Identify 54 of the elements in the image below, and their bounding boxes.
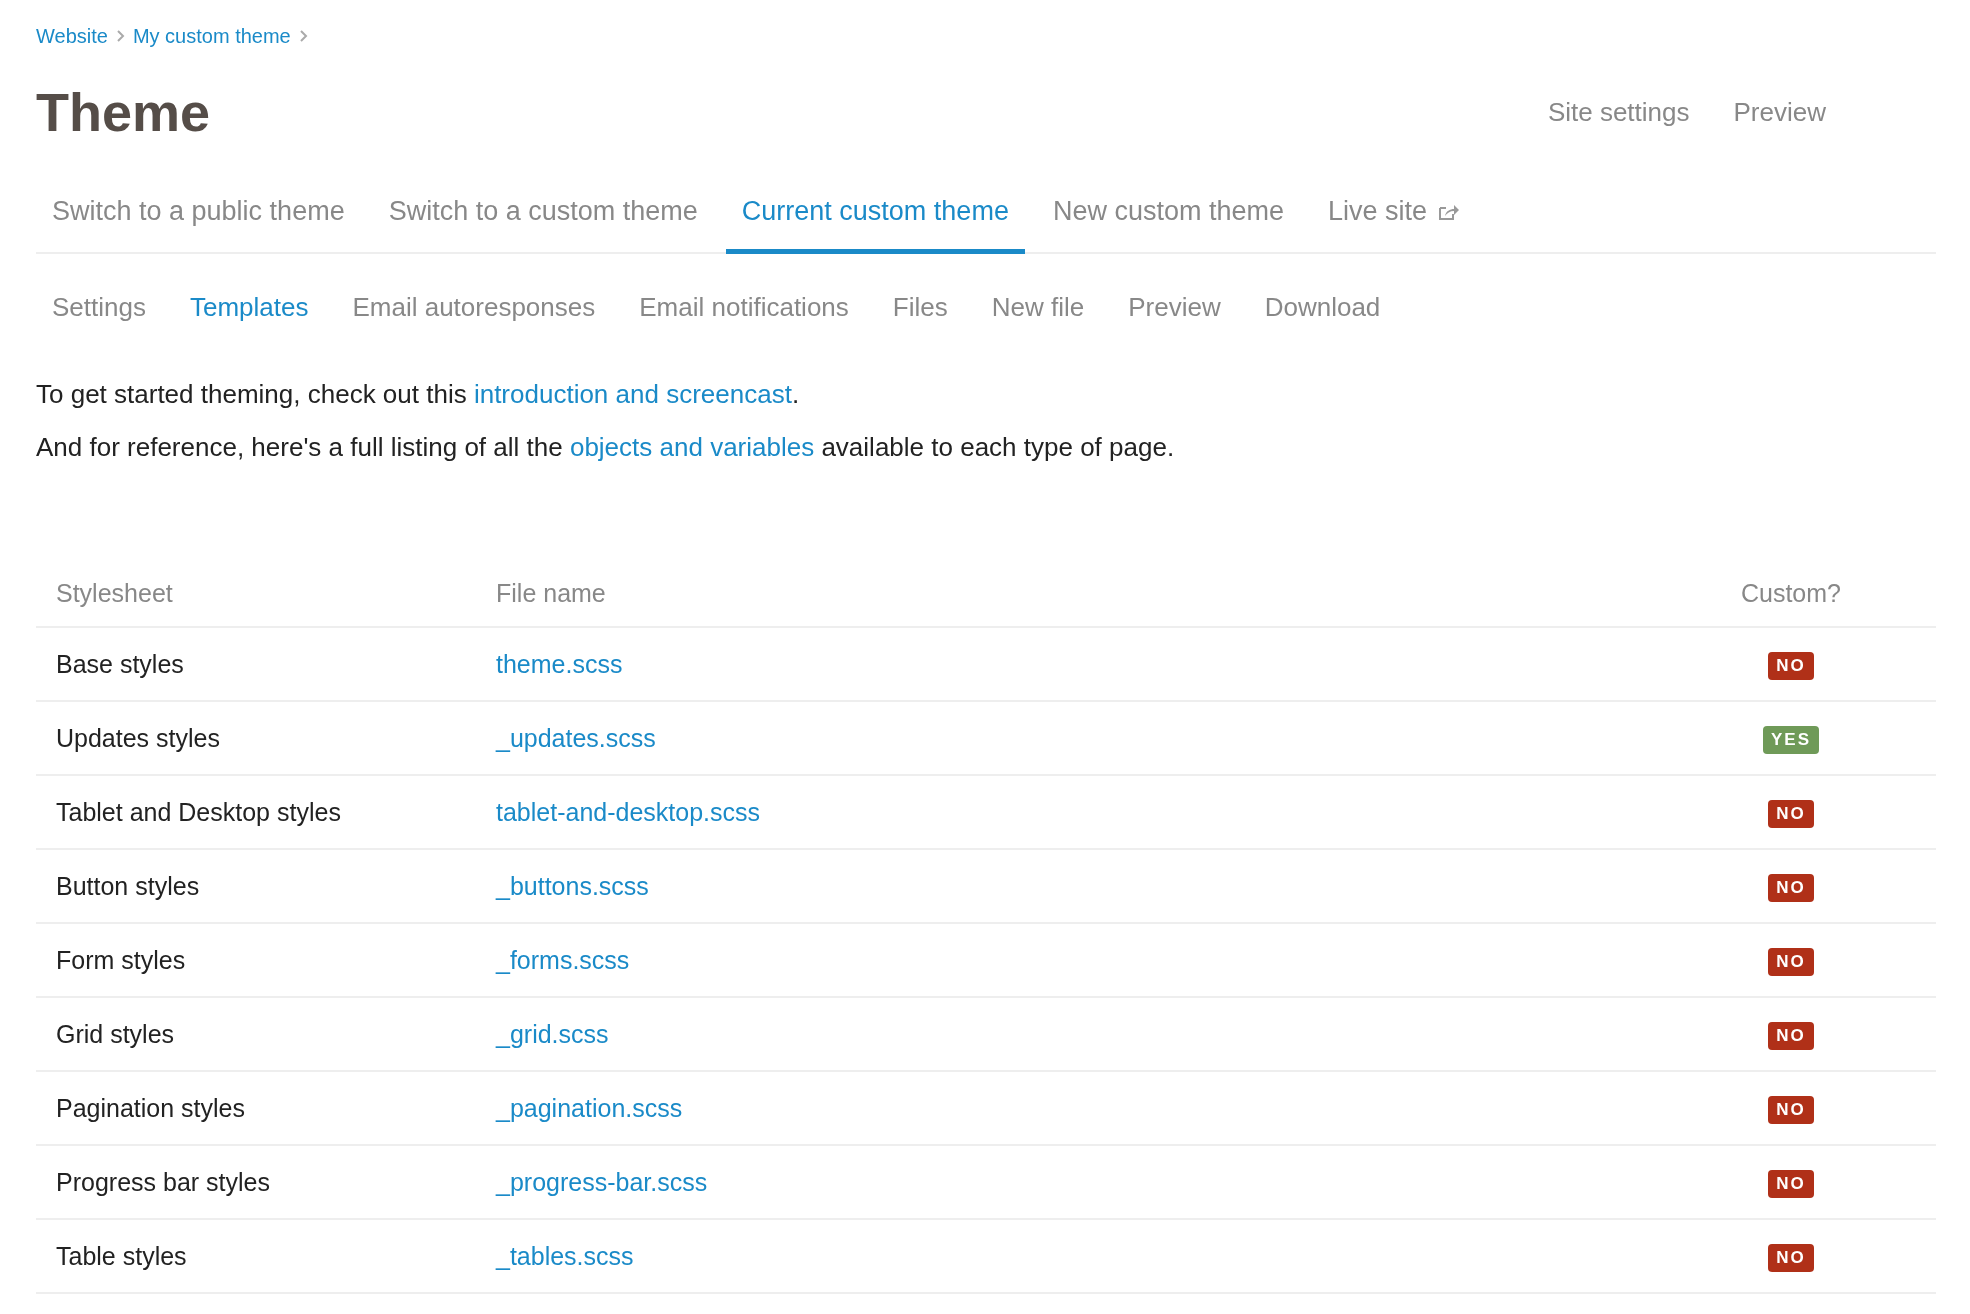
tab[interactable]: Switch to a custom theme: [372, 172, 714, 254]
subtab[interactable]: Templates: [173, 282, 325, 333]
file-link[interactable]: _updates.scss: [496, 723, 656, 752]
table-cell: Base styles: [36, 627, 476, 701]
file-link[interactable]: _grid.scss: [496, 1019, 609, 1048]
breadcrumb-link[interactable]: My custom theme: [132, 24, 291, 48]
header-link[interactable]: Preview: [1733, 96, 1826, 128]
subtab[interactable]: Email autoresponses: [336, 282, 612, 333]
status-badge: NO: [1768, 800, 1814, 828]
table-cell: Updates styles: [36, 701, 476, 775]
tab[interactable]: Current custom theme: [725, 172, 1025, 254]
chevron-icon: [298, 30, 308, 42]
intro-text: And for reference, here's a full listing of all the objects and variables available to each type of page.: [36, 432, 1176, 463]
file-link[interactable]: _buttons.scss: [496, 871, 649, 900]
intro-text: To get started theming, check out this introduction and screencast.: [36, 379, 801, 410]
file-link[interactable]: _forms.scss: [496, 945, 630, 974]
column-header: Custom?: [1696, 567, 1936, 627]
text-link[interactable]: objects and variables: [569, 432, 815, 462]
file-link[interactable]: _progress-bar.scss: [496, 1167, 708, 1196]
subtab[interactable]: Files: [876, 282, 964, 333]
subtab[interactable]: New file: [975, 282, 1101, 333]
table-cell: Form styles: [36, 923, 476, 997]
tab[interactable]: Live site: [1312, 172, 1476, 254]
table-cell: Tablet and Desktop styles: [36, 775, 476, 849]
table-cell: Grid styles: [36, 997, 476, 1071]
column-header: File name: [476, 567, 1696, 627]
status-badge: NO: [1768, 948, 1814, 976]
status-badge: NO: [1768, 874, 1814, 902]
text-link[interactable]: introduction and screencast: [473, 379, 792, 409]
status-badge: NO: [1768, 1170, 1814, 1198]
header-link[interactable]: Site settings: [1547, 96, 1690, 128]
breadcrumb-link[interactable]: Website: [36, 24, 108, 48]
tab[interactable]: Switch to a public theme: [36, 172, 361, 254]
file-link[interactable]: _tables.scss: [496, 1241, 634, 1270]
page-title: Theme: [36, 81, 211, 143]
subtab[interactable]: Settings: [36, 282, 162, 333]
status-badge: NO: [1768, 1244, 1814, 1272]
file-link[interactable]: theme.scss: [496, 649, 623, 678]
column-header: Stylesheet: [36, 567, 476, 627]
table-cell: Table styles: [36, 1219, 476, 1293]
file-link[interactable]: tablet-and-desktop.scss: [496, 797, 761, 826]
tab[interactable]: New custom theme: [1036, 172, 1300, 254]
table-cell: Pagination styles: [36, 1071, 476, 1145]
chevron-icon: [115, 30, 125, 42]
status-badge: YES: [1763, 726, 1819, 754]
status-badge: NO: [1768, 1096, 1814, 1124]
subtab[interactable]: Email notifications: [623, 282, 865, 333]
table-cell: Progress bar styles: [36, 1145, 476, 1219]
table-cell: Button styles: [36, 849, 476, 923]
status-badge: NO: [1768, 652, 1814, 680]
subtab[interactable]: Preview: [1112, 282, 1237, 333]
status-badge: NO: [1768, 1022, 1814, 1050]
subtab[interactable]: Download: [1248, 282, 1397, 333]
file-link[interactable]: _pagination.scss: [496, 1093, 683, 1122]
